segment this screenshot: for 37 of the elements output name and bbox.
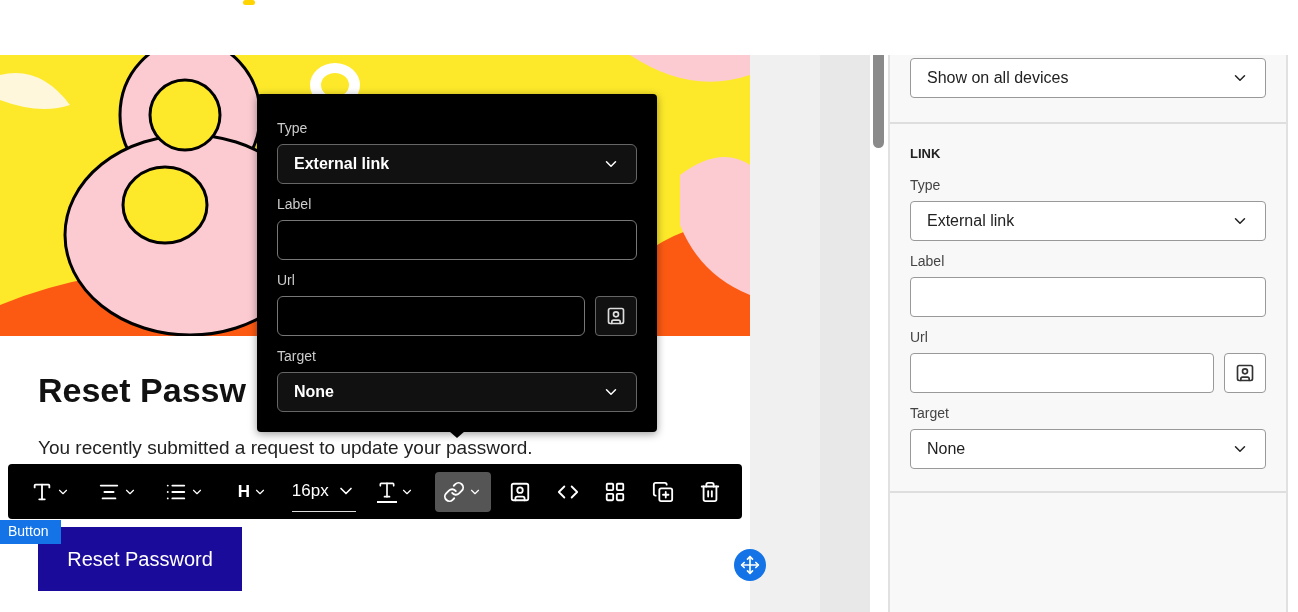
field-label: Label <box>277 196 313 212</box>
copy-plus-icon <box>651 480 674 503</box>
field-label: Url <box>910 329 929 345</box>
field-label: Label <box>910 253 946 269</box>
dropdown[interactable]: None <box>910 429 1266 469</box>
heading-button[interactable]: H <box>224 471 281 512</box>
field-label: Url <box>277 272 296 288</box>
block-tag: Button <box>0 520 61 544</box>
input-field[interactable] <box>910 353 1214 393</box>
asset-picker-button[interactable] <box>595 296 637 336</box>
input-field[interactable] <box>910 277 1266 317</box>
section-title: LINK <box>910 146 942 161</box>
scrollbar-thumb[interactable] <box>873 55 884 148</box>
grid-icon <box>604 480 627 503</box>
field-label: Type <box>910 177 942 193</box>
text-color-icon <box>376 480 397 503</box>
asset-picker-button[interactable] <box>1224 353 1266 393</box>
link-icon <box>443 480 466 503</box>
portrait-icon <box>1235 363 1255 383</box>
email-body-text: You recently submitted a request to update your password. <box>38 437 533 459</box>
input-field[interactable] <box>277 220 637 260</box>
input-field[interactable] <box>277 296 585 336</box>
dropdown[interactable]: External link <box>277 144 637 184</box>
dropdown[interactable]: Show on all devices <box>910 58 1266 98</box>
field-label: Target <box>910 405 950 421</box>
trash-icon <box>699 480 721 503</box>
font-size-select[interactable]: 16px <box>291 471 356 512</box>
progress-mark <box>243 0 255 5</box>
field-label: Type <box>277 120 309 136</box>
portrait-icon <box>509 480 532 503</box>
dropdown[interactable]: External link <box>910 201 1266 241</box>
link-button[interactable] <box>434 471 491 512</box>
portrait-icon <box>606 306 626 326</box>
email-heading: Reset Passw <box>38 370 246 410</box>
move-icon <box>740 555 760 575</box>
dropdown[interactable]: None <box>277 372 637 412</box>
field-label: Target <box>277 348 317 364</box>
